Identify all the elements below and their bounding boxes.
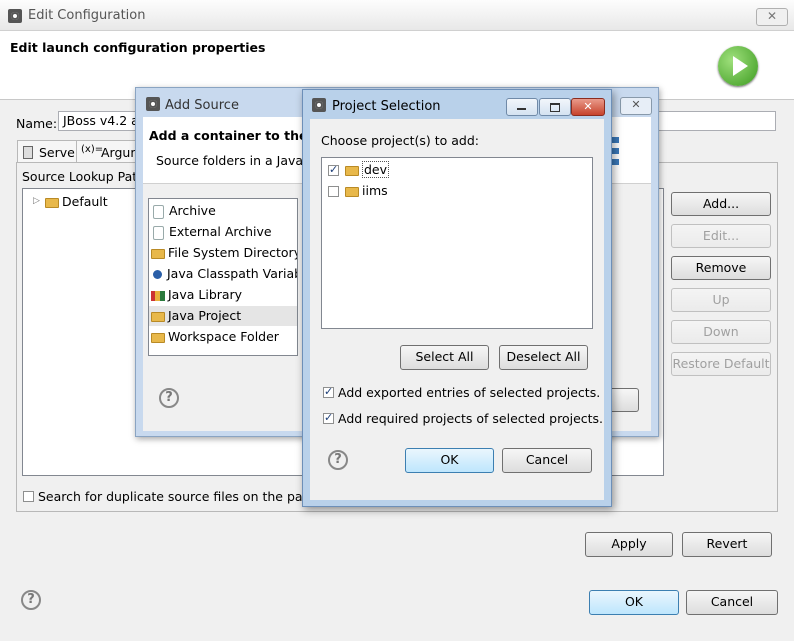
arguments-icon: (x)= bbox=[81, 144, 104, 155]
deselect-all-button[interactable]: Deselect All bbox=[499, 345, 588, 370]
project-label: iims bbox=[362, 183, 388, 198]
help-icon[interactable]: ? bbox=[159, 388, 179, 408]
list-item[interactable]: File System Directory bbox=[151, 245, 298, 260]
window-title: Edit Configuration bbox=[28, 8, 146, 23]
list-item-label: File System Directory bbox=[168, 245, 298, 260]
add-exported-label: Add exported entries of selected project… bbox=[338, 385, 601, 400]
close-button[interactable]: ✕ bbox=[571, 98, 605, 116]
title-bar: Edit Configuration ✕ bbox=[0, 0, 794, 31]
select-all-button[interactable]: Select All bbox=[400, 345, 489, 370]
container-type-list[interactable]: Archive External Archive File System Dir… bbox=[148, 198, 298, 356]
project-folder-icon bbox=[345, 186, 359, 197]
name-field-value: JBoss v4.2 at bbox=[63, 113, 144, 128]
list-item[interactable]: External Archive bbox=[153, 224, 272, 240]
minimize-button[interactable] bbox=[506, 98, 538, 116]
ok-button[interactable]: OK bbox=[405, 448, 494, 473]
revert-button[interactable]: Revert bbox=[682, 532, 772, 557]
search-duplicates-label: Search for duplicate source files on the… bbox=[38, 489, 316, 504]
eclipse-icon bbox=[146, 97, 160, 111]
server-icon bbox=[23, 146, 33, 159]
down-button[interactable]: Down bbox=[671, 320, 771, 344]
list-item-label: Java Classpath Variabl bbox=[167, 266, 298, 281]
list-item[interactable]: Java Library bbox=[151, 287, 242, 302]
project-selection-dialog: Project Selection ✕ Choose project(s) to… bbox=[302, 89, 612, 507]
folder-icon bbox=[45, 197, 59, 208]
library-icon bbox=[151, 290, 165, 301]
add-required-label: Add required projects of selected projec… bbox=[338, 411, 604, 426]
expand-arrow-icon[interactable]: ▷ bbox=[33, 196, 40, 206]
restore-default-button[interactable]: Restore Default bbox=[671, 352, 771, 376]
add-source-close-button[interactable]: ✕ bbox=[620, 97, 652, 115]
project-checkbox[interactable] bbox=[328, 186, 339, 197]
folder-icon bbox=[151, 332, 165, 343]
archive-icon bbox=[153, 204, 164, 219]
cancel-button[interactable]: Cancel bbox=[502, 448, 592, 473]
project-selection-body: Choose project(s) to add: dev iims Selec… bbox=[310, 119, 604, 500]
tree-item-default[interactable]: Default bbox=[45, 194, 108, 209]
search-duplicates-checkbox[interactable] bbox=[23, 491, 34, 502]
project-checkbox[interactable] bbox=[328, 163, 339, 176]
list-item-label: Java Library bbox=[168, 287, 243, 302]
tab-server-label: Server bbox=[39, 145, 80, 160]
list-item-label: External Archive bbox=[169, 224, 272, 239]
choose-projects-label: Choose project(s) to add: bbox=[321, 133, 480, 148]
name-label: Name: bbox=[16, 116, 58, 131]
folder-icon bbox=[151, 248, 165, 259]
help-icon[interactable]: ? bbox=[328, 450, 348, 470]
list-item[interactable]: Workspace Folder bbox=[151, 329, 279, 344]
eclipse-icon bbox=[312, 98, 326, 112]
add-required-checkbox[interactable] bbox=[323, 411, 334, 424]
tab-server[interactable]: Server bbox=[17, 140, 80, 163]
archive-icon bbox=[153, 225, 164, 240]
project-list[interactable]: dev iims bbox=[321, 157, 593, 329]
remove-button[interactable]: Remove bbox=[671, 256, 771, 280]
variable-icon bbox=[153, 270, 162, 279]
header-heading: Edit launch configuration properties bbox=[10, 40, 266, 55]
close-window-button[interactable]: ✕ bbox=[756, 8, 788, 26]
edit-button[interactable]: Edit... bbox=[671, 224, 771, 248]
add-exported-checkbox[interactable] bbox=[323, 385, 334, 398]
add-source-subheading: Source folders in a Java P bbox=[156, 153, 315, 168]
up-button[interactable]: Up bbox=[671, 288, 771, 312]
project-selection-titlebar: Project Selection ✕ bbox=[303, 90, 611, 118]
list-item[interactable]: Archive bbox=[153, 203, 216, 219]
project-selection-title: Project Selection bbox=[332, 99, 441, 114]
list-item-selected[interactable]: Java Project bbox=[149, 306, 297, 326]
add-source-title: Add Source bbox=[165, 98, 239, 113]
list-item[interactable]: Java Classpath Variabl bbox=[151, 266, 298, 281]
run-icon bbox=[718, 46, 758, 86]
tree-item-label: Default bbox=[62, 194, 108, 209]
maximize-button[interactable] bbox=[539, 98, 571, 116]
project-icon bbox=[151, 311, 165, 322]
ok-button[interactable]: OK bbox=[589, 590, 679, 615]
add-button[interactable]: Add... bbox=[671, 192, 771, 216]
project-label: dev bbox=[362, 161, 390, 178]
project-folder-icon bbox=[345, 165, 359, 176]
help-icon[interactable]: ? bbox=[21, 590, 41, 610]
eclipse-icon bbox=[8, 9, 22, 23]
apply-button[interactable]: Apply bbox=[585, 532, 673, 557]
source-lookup-label: Source Lookup Path bbox=[22, 169, 146, 184]
cancel-button[interactable]: Cancel bbox=[686, 590, 778, 615]
list-item-label: Java Project bbox=[168, 308, 242, 323]
list-item-label: Archive bbox=[169, 203, 216, 218]
tab-arguments[interactable]: (x)= Argum bbox=[76, 140, 143, 163]
list-item-label: Workspace Folder bbox=[168, 329, 279, 344]
